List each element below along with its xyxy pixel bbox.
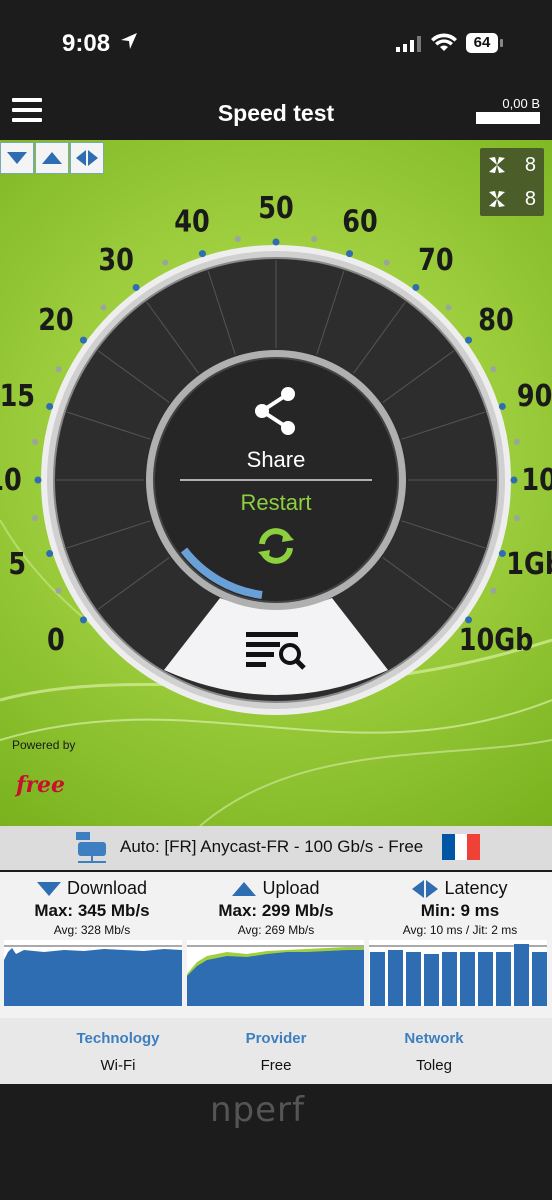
gauge-label: 0 [47, 622, 65, 658]
results-panel: Download Max: 345 Mb/s Avg: 328 Mb/s Upl… [0, 872, 552, 1018]
gauge-minor-dot [55, 587, 62, 594]
network-value: Toleg [416, 1057, 452, 1074]
triangle-down-icon [36, 881, 61, 896]
gauge-tick [198, 250, 206, 258]
latency-result: Latency Min: 9 ms Avg: 10 ms / Jit: 2 ms [368, 872, 552, 937]
gauge-label: 10 [0, 462, 22, 498]
network-title: Network [404, 1030, 464, 1047]
latency-title: Latency [444, 878, 508, 898]
battery-tip [500, 39, 503, 47]
gauge-label: 40 [174, 203, 209, 239]
cellular-signal-icon [396, 36, 421, 52]
gauge-area: 8 8 05101520304050607080901001Gb10Gb Sha… [0, 140, 552, 826]
download-result: Download Max: 345 Mb/s Avg: 328 Mb/s [0, 872, 184, 937]
app-bar: Speed test 0,00 B [0, 88, 552, 140]
server-selector[interactable]: Auto: [FR] Anycast-FR - 100 Gb/s - Free [0, 826, 552, 870]
upload-result: Upload Max: 299 Mb/s Avg: 269 Mb/s [184, 872, 368, 937]
gauge-tick [412, 283, 420, 291]
upload-title: Upload [262, 878, 320, 898]
gauge-minor-dot [311, 236, 318, 243]
gauge-tick [132, 283, 140, 291]
gauge-label: 5 [8, 546, 26, 582]
gauge-tick [498, 550, 506, 558]
latency-min: Min: 9 ms [420, 901, 500, 920]
gauge-minor-dot [445, 304, 452, 311]
gauge-label: 80 [478, 302, 513, 338]
download-avg: Avg: 328 Mb/s [53, 923, 131, 937]
gauge-tick [34, 476, 42, 484]
gauge-minor-dot [32, 438, 39, 445]
gauge-tick [498, 402, 506, 410]
status-time: 9:08 [62, 30, 111, 57]
refresh-icon[interactable] [254, 524, 298, 568]
gauge-minor-dot [55, 366, 62, 373]
speed-gauge: 0 5 10 15 20 30 40 50 60 70 80 90 100 1Gb 10Gb [0, 190, 552, 715]
gauge-minor-dot [513, 438, 520, 445]
results-history-icon[interactable] [246, 630, 308, 672]
latency-arrows-icon [412, 879, 439, 898]
gauge-minor-dot [513, 515, 520, 522]
data-used-label: 0,00 B [502, 96, 540, 111]
france-flag-icon [442, 834, 481, 860]
download-max: Max: 345 Mb/s [34, 901, 150, 920]
technology-value: Wi-Fi [100, 1057, 136, 1074]
network-info: Network Toleg [344, 1030, 524, 1074]
upload-graph [187, 940, 364, 1006]
status-bar: 9:08 64 [0, 0, 552, 88]
battery-indicator: 64 [466, 33, 498, 53]
share-button[interactable]: Share [196, 386, 356, 473]
gauge-label: 10Gb [459, 622, 534, 658]
gauge-tick [272, 238, 280, 246]
latency-graph [369, 940, 547, 1006]
technology-info: Technology Wi-Fi [28, 1030, 208, 1074]
gauge-minor-dot [383, 259, 390, 266]
gauge-tick [510, 476, 518, 484]
upload-max: Max: 299 Mb/s [218, 901, 334, 920]
triangle-up-icon [232, 881, 257, 896]
provider-title: Provider [245, 1030, 307, 1047]
gauge-label: 50 [258, 190, 293, 226]
wifi-icon [431, 33, 457, 51]
gauge-tick [46, 550, 54, 558]
gauge-minor-dot [32, 515, 39, 522]
page-title: Speed test [217, 100, 335, 126]
gauge-label: 100 [521, 462, 552, 498]
gauge-label: 20 [38, 302, 73, 338]
gauge-label: 70 [418, 242, 453, 278]
technology-title: Technology [76, 1030, 160, 1047]
latency-avg: Avg: 10 ms / Jit: 2 ms [402, 923, 518, 937]
upload-avg: Avg: 269 Mb/s [237, 923, 315, 937]
gauge-minor-dot [100, 304, 107, 311]
location-arrow-icon [121, 33, 137, 49]
gauge-label: 1Gb [506, 546, 552, 582]
nperf-logo: nperf [210, 1090, 305, 1130]
data-used-bar [476, 112, 540, 124]
free-logo: free [16, 772, 66, 798]
server-icon [76, 832, 106, 863]
gauge-label: 60 [342, 203, 377, 239]
gauge-minor-dot [234, 236, 241, 243]
gauge-tick [79, 616, 87, 624]
server-label: Auto: [FR] Anycast-FR - 100 Gb/s - Free [120, 837, 424, 856]
gauge-minor-dot [490, 587, 497, 594]
provider-value: Free [260, 1057, 292, 1074]
gauge-tick [346, 250, 354, 258]
provider-info: Provider Free [186, 1030, 366, 1074]
powered-by-label: Powered by [12, 738, 76, 752]
gauge-minor-dot [490, 366, 497, 373]
gauge-tick [465, 336, 473, 344]
gauge-tick [79, 336, 87, 344]
gauge-tick [46, 402, 54, 410]
share-icon [255, 387, 295, 435]
gauge-label: 90 [517, 378, 552, 414]
gauge-label: 15 [0, 378, 35, 414]
download-title: Download [66, 878, 148, 898]
gauge-label: 30 [98, 242, 133, 278]
connection-info: Technology Wi-Fi Provider Free Network T… [0, 1018, 552, 1084]
download-graph [4, 940, 182, 1006]
restart-button[interactable]: Restart [196, 490, 356, 516]
footer: nperf [0, 1084, 552, 1200]
share-label: Share [246, 447, 306, 472]
gauge-minor-dot [162, 259, 169, 266]
